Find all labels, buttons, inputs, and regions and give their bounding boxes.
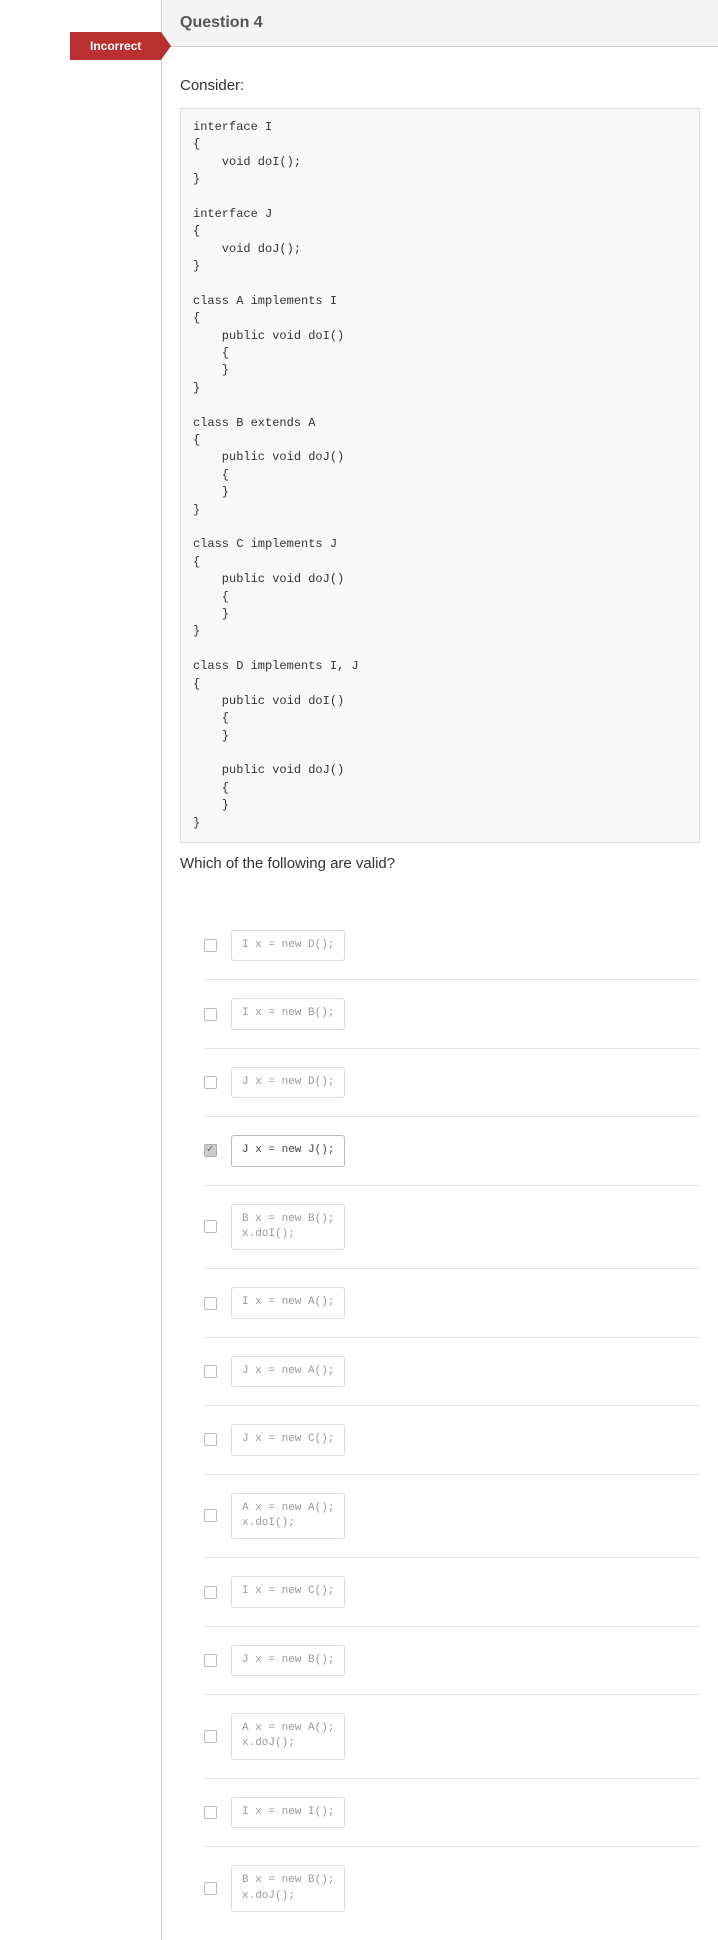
- answer-row: J x = new B();: [204, 1627, 700, 1695]
- answer-checkbox[interactable]: [204, 1365, 217, 1378]
- answer-row: J x = new A();: [204, 1338, 700, 1406]
- incorrect-flag: Incorrect: [70, 32, 161, 60]
- answer-row: I x = new B();: [204, 980, 700, 1048]
- answer-checkbox[interactable]: [204, 1144, 217, 1157]
- answer-code: B x = new B(); x.doJ();: [231, 1865, 345, 1912]
- answer-row: I x = new I();: [204, 1779, 700, 1847]
- answer-checkbox[interactable]: [204, 1433, 217, 1446]
- answer-checkbox[interactable]: [204, 1008, 217, 1021]
- answer-checkbox[interactable]: [204, 1654, 217, 1667]
- answer-code: J x = new B();: [231, 1645, 345, 1676]
- code-block: interface I { void doI(); } interface J …: [180, 108, 700, 843]
- answer-checkbox[interactable]: [204, 1509, 217, 1522]
- answer-code: I x = new I();: [231, 1797, 345, 1828]
- answer-code: I x = new B();: [231, 998, 345, 1029]
- answer-row: B x = new B(); x.doI();: [204, 1186, 700, 1270]
- answer-row: J x = new C();: [204, 1406, 700, 1474]
- answer-row: A x = new A(); x.doJ();: [204, 1695, 700, 1779]
- answer-code: A x = new A(); x.doJ();: [231, 1713, 345, 1760]
- question-content: Consider: interface I { void doI(); } in…: [162, 47, 718, 1940]
- answer-code: I x = new D();: [231, 930, 345, 961]
- answer-row: I x = new D();: [204, 912, 700, 980]
- answer-code: A x = new A(); x.doI();: [231, 1493, 345, 1540]
- answer-checkbox[interactable]: [204, 1730, 217, 1743]
- question-header: Question 4: [162, 0, 718, 47]
- answer-checkbox[interactable]: [204, 1806, 217, 1819]
- answer-code: B x = new B(); x.doI();: [231, 1204, 345, 1251]
- answer-row: B x = new B(); x.doJ();: [204, 1847, 700, 1930]
- answer-checkbox[interactable]: [204, 1586, 217, 1599]
- answer-checkbox[interactable]: [204, 939, 217, 952]
- answer-checkbox[interactable]: [204, 1220, 217, 1233]
- answer-row: I x = new A();: [204, 1269, 700, 1337]
- answer-code: J x = new D();: [231, 1067, 345, 1098]
- question-container: Incorrect Question 4 Consider: interface…: [0, 0, 718, 1940]
- answer-row: A x = new A(); x.doI();: [204, 1475, 700, 1559]
- prompt-text: Consider:: [180, 77, 700, 94]
- answer-code: I x = new A();: [231, 1287, 345, 1318]
- answer-row: J x = new J();: [204, 1117, 700, 1185]
- right-column: Question 4 Consider: interface I { void …: [161, 0, 718, 1940]
- answer-code: J x = new C();: [231, 1424, 345, 1455]
- answer-checkbox[interactable]: [204, 1882, 217, 1895]
- answer-row: J x = new D();: [204, 1049, 700, 1117]
- answer-code: J x = new J();: [231, 1135, 345, 1166]
- answers-list: I x = new D(); I x = new B(); J x = new D(…: [180, 912, 700, 1930]
- answer-checkbox[interactable]: [204, 1076, 217, 1089]
- answer-checkbox[interactable]: [204, 1297, 217, 1310]
- answer-row: I x = new C();: [204, 1558, 700, 1626]
- follow-text: Which of the following are valid?: [180, 855, 700, 872]
- answer-code: J x = new A();: [231, 1356, 345, 1387]
- left-column: Incorrect: [0, 0, 161, 1940]
- answer-code: I x = new C();: [231, 1576, 345, 1607]
